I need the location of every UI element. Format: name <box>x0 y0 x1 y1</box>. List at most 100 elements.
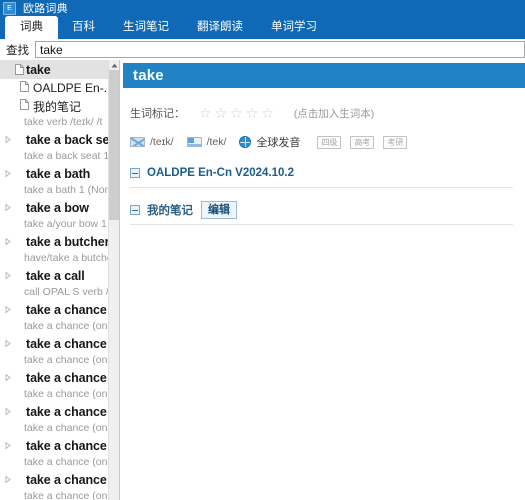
notes-title: 我的笔记 <box>147 205 193 217</box>
expand-arrow-icon[interactable] <box>2 374 13 381</box>
scrollbar-thumb[interactable] <box>109 70 119 220</box>
tab-dictionary[interactable]: 词典 <box>5 16 58 39</box>
dictionary-section-header: OALDPE En-Cn V2024.10.2 <box>130 165 525 181</box>
tab-translate-read[interactable]: 翻译朗读 <box>183 16 257 39</box>
scroll-up-arrow-icon[interactable] <box>109 60 119 70</box>
word-list-scrollbar[interactable] <box>108 60 119 500</box>
content-area: take OALDPE En-... 我的笔记 take verb /teɪk/ /t… <box>0 60 525 500</box>
list-subitem[interactable]: OALDPE En-... <box>0 79 108 97</box>
expand-arrow-icon[interactable] <box>2 136 13 143</box>
star-icon-1[interactable]: ☆ <box>199 106 212 120</box>
expand-arrow-icon[interactable] <box>2 408 13 415</box>
list-item-label: take a bath <box>26 166 91 181</box>
search-label: 查找 <box>6 44 29 57</box>
vocab-mark-label: 生词标记： <box>130 108 185 120</box>
exam-tag-cet4: 四级 <box>317 135 342 149</box>
list-item-preview: take a chance (on s <box>24 422 108 434</box>
star-icon-3[interactable]: ☆ <box>230 106 243 120</box>
eudic-window: E 欧路词典 词典 百科 生词笔记 翻译朗读 单词学习 查找 take OALDP… <box>0 0 525 500</box>
list-item-preview: take a chance (on s <box>24 490 108 500</box>
list-subitem[interactable]: 我的笔记 <box>0 97 108 115</box>
title-bar: E 欧路词典 <box>0 0 525 16</box>
list-item-label: take a bow <box>26 200 89 215</box>
list-item[interactable]: take a bath <box>0 164 108 183</box>
list-item-preview: take a chance (on s <box>24 354 108 366</box>
tab-bar: 词典 百科 生词笔记 翻译朗读 单词学习 <box>0 16 525 39</box>
vocab-mark-hint: (点击加入生词本) <box>293 107 375 120</box>
expand-arrow-icon[interactable] <box>2 238 13 245</box>
list-item[interactable]: take a bow <box>0 198 108 217</box>
list-item-label: take <box>26 62 51 77</box>
word-list-entry: take a back seat take a back seat 1 t <box>0 130 108 164</box>
star-icon-5[interactable]: ☆ <box>261 106 274 120</box>
expand-arrow-icon[interactable] <box>2 204 13 211</box>
global-pronunciation-button[interactable]: 全球发音 <box>256 134 300 150</box>
dictionary-source-title[interactable]: OALDPE En-Cn V2024.10.2 <box>147 167 294 179</box>
list-item-label: take a butcher's <box>26 234 108 249</box>
expand-arrow-icon[interactable] <box>2 476 13 483</box>
list-item[interactable]: take a chance <box>0 300 108 319</box>
expand-arrow-icon[interactable] <box>2 306 13 313</box>
document-icon <box>13 64 26 75</box>
definition-pane: take 生词标记： ☆ ☆ ☆ ☆ ☆ (点击加入生词本) /teɪk/ /tek/ … <box>119 60 525 500</box>
section-divider <box>130 187 513 188</box>
star-rating[interactable]: ☆ ☆ ☆ ☆ ☆ <box>199 106 274 120</box>
word-list-entry: take a chance take a chance (on s <box>0 300 108 334</box>
word-list-entry: take a chance on take a chance (on s <box>0 436 108 470</box>
uk-phonetic[interactable]: /teɪk/ <box>150 136 174 148</box>
list-item-preview: take a bath 1 (North <box>24 184 108 196</box>
list-item[interactable]: take a chance on <box>0 402 108 421</box>
list-item[interactable]: take a back seat <box>0 130 108 149</box>
list-item[interactable]: take a chance (or <box>0 368 108 387</box>
list-item-preview: have/take a butcher <box>24 252 108 264</box>
word-list-entry: take a chance on take a chance (on s <box>0 470 108 500</box>
expand-arrow-icon[interactable] <box>2 272 13 279</box>
expand-arrow-icon[interactable] <box>2 442 13 449</box>
list-item-label: take a back seat <box>26 132 108 147</box>
word-list-entry: take a butcher's have/take a butcher <box>0 232 108 266</box>
word-list-entry: take a call call OPAL S verb / <box>0 266 108 300</box>
list-item-label: take a chance (or <box>26 336 108 351</box>
collapse-icon[interactable] <box>130 168 140 178</box>
list-item[interactable]: take a chance on <box>0 470 108 489</box>
exam-tag-kaoyan: 考研 <box>383 135 408 149</box>
list-item[interactable]: take a chance (or <box>0 334 108 353</box>
list-item-preview: call OPAL S verb / <box>24 286 108 298</box>
search-bar: 查找 <box>0 39 525 61</box>
list-subitem-label: 我的笔记 <box>33 99 82 114</box>
notes-section: 我的笔记 编辑 <box>120 201 525 225</box>
edit-note-button[interactable]: 编辑 <box>201 201 237 219</box>
word-list-entry: take OALDPE En-... 我的笔记 take verb /teɪk/ /t <box>0 60 108 130</box>
tab-encyclopedia[interactable]: 百科 <box>58 16 109 39</box>
word-list-entry: take a bath take a bath 1 (North <box>0 164 108 198</box>
list-item[interactable]: take a butcher's <box>0 232 108 251</box>
collapse-icon[interactable] <box>130 205 140 215</box>
document-icon <box>20 79 29 97</box>
list-item[interactable]: take a chance on <box>0 436 108 455</box>
word-list: take OALDPE En-... 我的笔记 take verb /teɪk/ /t… <box>0 60 108 500</box>
list-item[interactable]: take a call <box>0 266 108 285</box>
tab-word-study[interactable]: 单词学习 <box>257 16 331 39</box>
list-item-label: take a chance <box>26 302 107 317</box>
list-item[interactable]: take <box>0 60 108 79</box>
list-item-preview: take a/your bow 1 ( <box>24 218 108 230</box>
list-item-preview: take a chance (on s <box>24 320 108 332</box>
us-flag-icon <box>186 137 202 147</box>
expand-arrow-icon[interactable] <box>2 170 13 177</box>
list-item-label: take a chance (or <box>26 370 108 385</box>
word-list-panel[interactable]: take OALDPE En-... 我的笔记 take verb /teɪk/ /t… <box>0 60 108 500</box>
star-icon-2[interactable]: ☆ <box>215 106 228 120</box>
expand-arrow-icon[interactable] <box>2 340 13 347</box>
search-input[interactable] <box>35 41 525 58</box>
globe-icon[interactable] <box>239 136 252 148</box>
word-list-entry: take a bow take a/your bow 1 ( <box>0 198 108 232</box>
word-list-entry: take a chance (or take a chance (on s <box>0 334 108 368</box>
tab-vocab-notes[interactable]: 生词笔记 <box>109 16 183 39</box>
us-phonetic[interactable]: /tek/ <box>207 136 227 148</box>
star-icon-4[interactable]: ☆ <box>246 106 259 120</box>
window-title: 欧路词典 <box>23 3 68 15</box>
list-item-label: take a chance on <box>26 472 108 487</box>
list-subitem-label: OALDPE En-... <box>33 81 108 95</box>
headword-banner: take <box>123 63 525 88</box>
list-item-preview: take verb /teɪk/ /t <box>24 116 103 128</box>
